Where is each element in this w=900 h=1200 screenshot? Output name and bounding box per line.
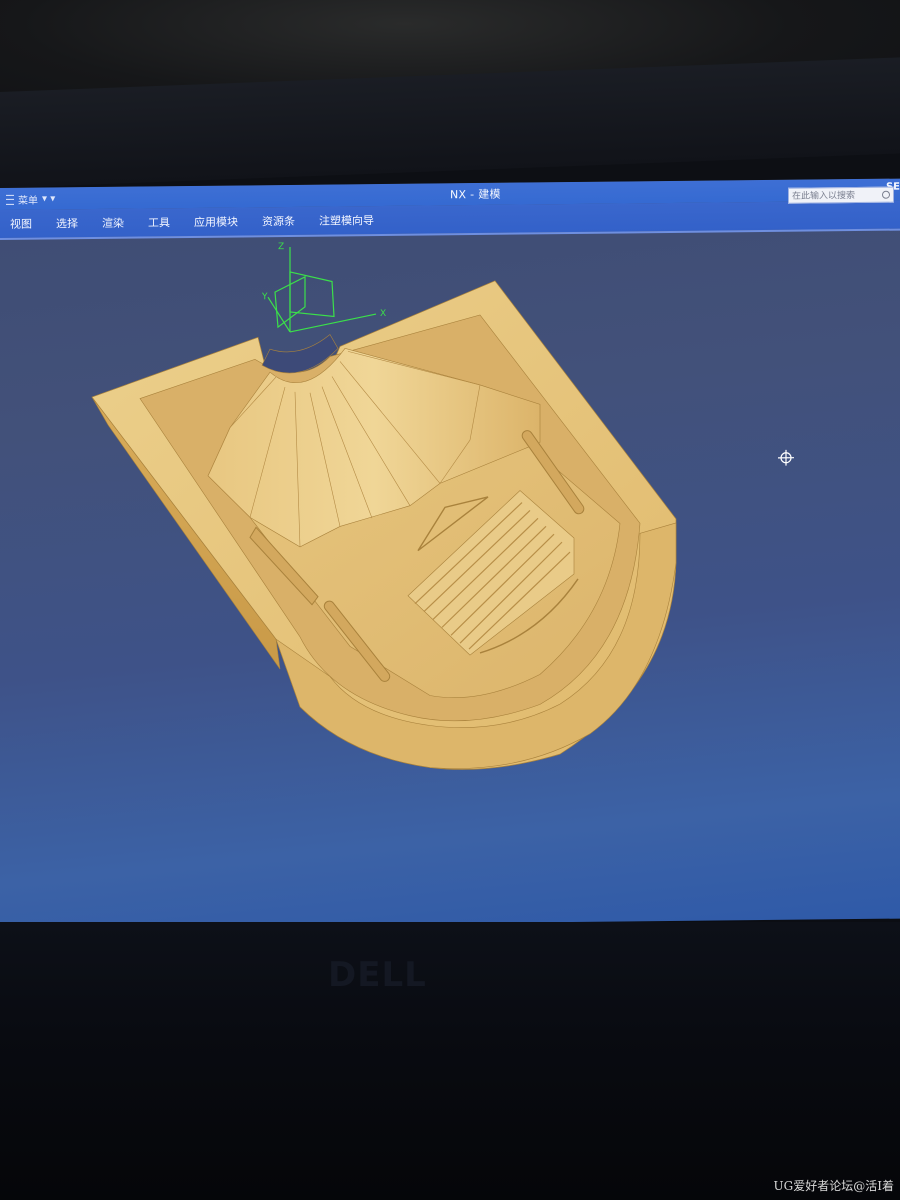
axis-z-label: Z <box>278 242 284 252</box>
search-icon <box>882 190 890 199</box>
model-canvas: Z X Y <box>91 242 677 770</box>
photo-scene: 菜单 ▾ ▾ NX - 建模 SE 视图 选择 渲染 工具 应用模块 资源条 注… <box>0 0 900 1200</box>
menu-mold-wizard[interactable]: 注塑模向导 <box>307 212 386 229</box>
monitor-bottom-bezel <box>0 922 900 1200</box>
wcs-triad <box>267 246 377 333</box>
menu-resource-bar[interactable]: 资源条 <box>250 213 307 230</box>
menu-view[interactable]: 视图 <box>0 216 44 232</box>
graphics-viewport[interactable]: Z X Y <box>0 231 900 928</box>
hamburger-icon <box>6 194 14 205</box>
crosshair-cursor-icon <box>778 449 794 466</box>
menu-applications[interactable]: 应用模块 <box>182 213 250 230</box>
search-placeholder: 在此输入以搜索 <box>792 191 856 202</box>
window-title: NX - 建模 <box>450 187 501 202</box>
monitor-logo: DELL <box>328 955 427 995</box>
menu-select[interactable]: 选择 <box>44 215 90 231</box>
menu-items: 视图 选择 渲染 工具 应用模块 资源条 注塑模向导 <box>0 212 386 232</box>
quick-access-menu[interactable]: 菜单 ▾ ▾ <box>6 191 55 207</box>
menu-render[interactable]: 渲染 <box>90 215 136 231</box>
watermark: UG爱好者论坛@活I着 <box>773 1179 894 1193</box>
quick-menu-arrows: ▾ ▾ <box>42 193 56 205</box>
search-input[interactable]: 在此输入以搜索 <box>788 186 894 204</box>
axis-x-label: X <box>380 309 386 319</box>
axis-y-label: Y <box>261 292 268 302</box>
quick-menu-label: 菜单 <box>18 195 38 207</box>
nx-window: 菜单 ▾ ▾ NX - 建模 SE 视图 选择 渲染 工具 应用模块 资源条 注… <box>0 178 900 928</box>
menu-tools[interactable]: 工具 <box>136 214 182 230</box>
